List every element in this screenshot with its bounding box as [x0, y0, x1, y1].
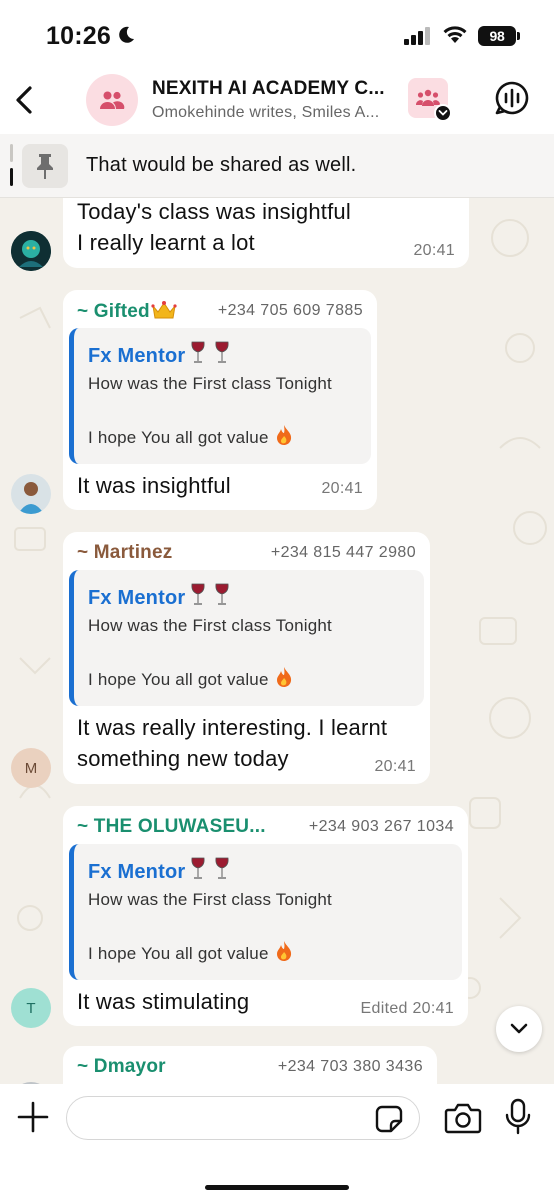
pinned-message-bar[interactable]: That would be shared as well. — [0, 134, 554, 198]
quote-text-line: I hope You all got value — [88, 940, 293, 964]
camera-icon[interactable] — [444, 1102, 482, 1134]
message-bubble-4[interactable]: ~ THE OLUWASEU... +234 903 267 1034 Fx M… — [63, 806, 468, 1026]
quoted-message[interactable]: Fx Mentor How was the First class Tonigh… — [69, 844, 462, 980]
sender-name-gifted[interactable]: ~ Gifted — [77, 300, 177, 323]
sender-phone: +234 703 380 3436 — [277, 1058, 423, 1075]
signal-icon — [404, 27, 430, 45]
crown-emoji-icon — [151, 301, 177, 319]
chat-header: NEXITH AI ACADEMY C... Omokehinde writes… — [0, 72, 554, 134]
message-text: It was stimulating — [77, 989, 250, 1014]
status-time: 10:26 — [46, 22, 111, 50]
pinned-message-text: That would be shared as well. — [86, 154, 357, 176]
chevron-down-icon — [510, 1023, 528, 1034]
sender-name-oluwaseu[interactable]: ~ THE OLUWASEU... — [77, 816, 266, 838]
back-chevron-icon[interactable] — [10, 80, 40, 120]
compose-bar — [0, 1084, 554, 1200]
message-bubble-1[interactable]: Today's class was insightful I really le… — [63, 198, 469, 268]
message-time: 20:41 — [413, 242, 455, 259]
wine-glass-emoji-icon — [191, 583, 229, 605]
moon-icon — [119, 26, 134, 43]
quote-text-line: I hope You all got value — [88, 666, 293, 690]
typing-status: Omokehinde writes, Smiles A... — [152, 104, 380, 121]
chat-area[interactable]: Today's class was insightful I really le… — [0, 198, 554, 1084]
message-time: 20:41 — [374, 758, 416, 775]
pinned-count-indicator — [10, 144, 13, 188]
pin-icon — [37, 154, 53, 179]
message-time: Edited 20:41 — [360, 1000, 454, 1017]
plus-icon[interactable] — [16, 1100, 50, 1134]
quote-text-line: How was the First class Tonight — [88, 616, 332, 635]
sender-phone: +234 815 447 2980 — [270, 544, 416, 561]
fire-emoji-icon — [276, 667, 291, 687]
avatar-gifted[interactable] — [11, 474, 51, 514]
sender-name-dmayor[interactable]: ~ Dmayor — [77, 1056, 166, 1078]
sender-phone: +234 705 609 7885 — [217, 302, 363, 319]
quote-author: Fx Mentor — [88, 340, 233, 368]
quoted-message[interactable]: Fx Mentor How was the First class Tonigh… — [69, 570, 424, 706]
quote-text-line: How was the First class Tonight — [88, 374, 332, 393]
community-button[interactable] — [408, 78, 452, 122]
message-bubble-3[interactable]: ~ Martinez +234 815 447 2980 Fx Mentor H… — [63, 532, 430, 784]
avatar-martinez[interactable]: M — [11, 748, 51, 788]
message-text: I really learnt a lot — [77, 230, 255, 255]
message-bubble-5[interactable]: ~ Dmayor +234 703 380 3436 — [63, 1046, 437, 1084]
message-text: It was really interesting. I learnt — [77, 715, 388, 740]
fire-emoji-icon — [276, 941, 291, 961]
status-bar: 10:26 98 — [0, 0, 554, 72]
home-indicator — [205, 1185, 349, 1190]
group-icon — [100, 91, 125, 109]
wifi-icon — [443, 26, 467, 43]
wine-glass-emoji-icon — [191, 857, 229, 879]
sender-name-martinez[interactable]: ~ Martinez — [77, 542, 172, 564]
voice-chat-icon[interactable] — [494, 80, 530, 116]
message-bubble-2[interactable]: ~ Gifted +234 705 609 7885 Fx Mentor How… — [63, 290, 377, 510]
chevron-down-badge-icon — [434, 104, 452, 122]
avatar-oluwaseu[interactable]: T — [11, 988, 51, 1028]
message-text: Today's class was insightful — [77, 199, 351, 224]
community-icon — [416, 89, 440, 106]
sticker-icon[interactable] — [374, 1104, 404, 1134]
fire-emoji-icon — [276, 425, 291, 445]
avatar-sender-1[interactable] — [11, 231, 51, 271]
message-time: 20:41 — [321, 480, 363, 497]
pin-icon-box — [22, 144, 68, 188]
message-text: something new today — [77, 746, 289, 771]
quote-text-line: I hope You all got value — [88, 424, 293, 448]
sender-phone: +234 903 267 1034 — [308, 818, 454, 835]
group-avatar[interactable] — [86, 74, 138, 126]
message-text: It was insightful — [77, 473, 231, 498]
quoted-message[interactable]: Fx Mentor How was the First class Tonigh… — [69, 328, 371, 464]
message-input[interactable] — [66, 1096, 420, 1140]
group-title[interactable]: NEXITH AI ACADEMY C... — [152, 78, 402, 100]
battery-level: 98 — [489, 28, 505, 44]
quote-author: Fx Mentor — [88, 582, 233, 610]
scroll-to-bottom-button[interactable] — [496, 1006, 542, 1052]
quote-author: Fx Mentor — [88, 856, 233, 884]
battery-indicator: 98 — [478, 26, 520, 46]
wine-glass-emoji-icon — [191, 341, 229, 363]
microphone-icon[interactable] — [504, 1098, 532, 1136]
quote-text-line: How was the First class Tonight — [88, 890, 332, 909]
